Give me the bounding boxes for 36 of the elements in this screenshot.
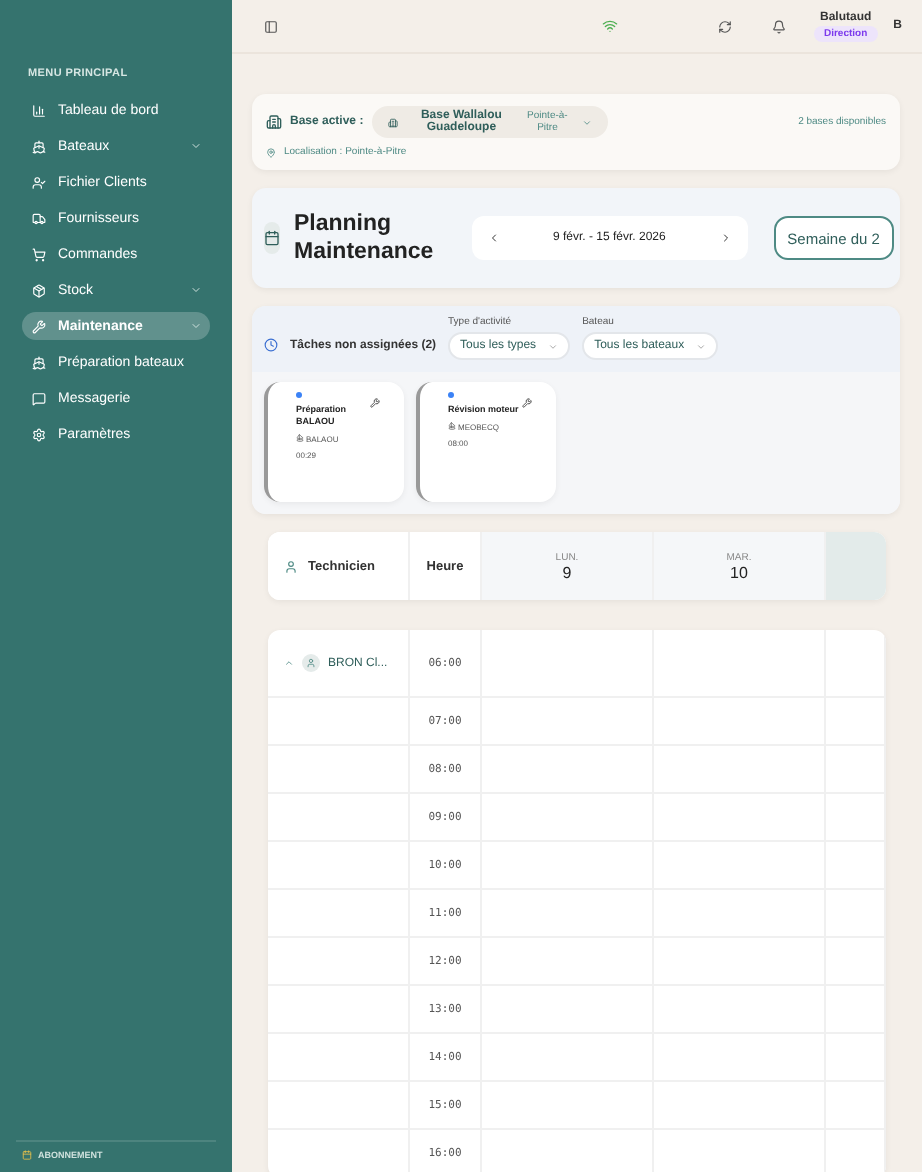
chevron-icon: [284, 658, 294, 668]
wrench-icon: [522, 398, 532, 408]
notification-icon[interactable]: [771, 19, 786, 33]
location-icon: [266, 147, 276, 157]
previous-button[interactable]: [487, 232, 500, 244]
refresh-icon[interactable]: [717, 19, 732, 33]
menu-icon: [32, 427, 46, 441]
menu-icon: [32, 355, 46, 369]
day-number: 10: [730, 563, 748, 581]
menu-icon: [32, 139, 46, 153]
menu-icon: [32, 319, 46, 333]
next-button[interactable]: [719, 232, 732, 244]
boat-icon: [448, 422, 456, 431]
menu-icon: [32, 283, 46, 297]
menu-icon: [32, 391, 46, 405]
menu-icon: [32, 175, 46, 189]
subscription-icon: [22, 1150, 32, 1160]
menu-icon: [32, 247, 46, 261]
chevron-icon: [548, 341, 559, 351]
building-icon: [387, 117, 398, 127]
building-icon: [266, 114, 282, 130]
person-icon: [284, 559, 298, 573]
calendar-icon: [264, 222, 280, 254]
wrench-icon: [370, 398, 380, 408]
chevron-icon: [696, 341, 707, 351]
menu-icon: [32, 103, 46, 117]
page-title: Planning Maintenance: [294, 209, 434, 267]
day-number: 9: [562, 563, 572, 581]
person-icon: [306, 658, 316, 668]
clock-icon: [264, 338, 278, 352]
menu-icon: [32, 211, 46, 225]
header-filler: [826, 532, 886, 600]
chevron-icon: [581, 117, 592, 127]
sidebar-toggle-icon[interactable]: [264, 19, 278, 33]
boat-icon: [296, 434, 304, 443]
wifi-icon: [601, 18, 618, 34]
